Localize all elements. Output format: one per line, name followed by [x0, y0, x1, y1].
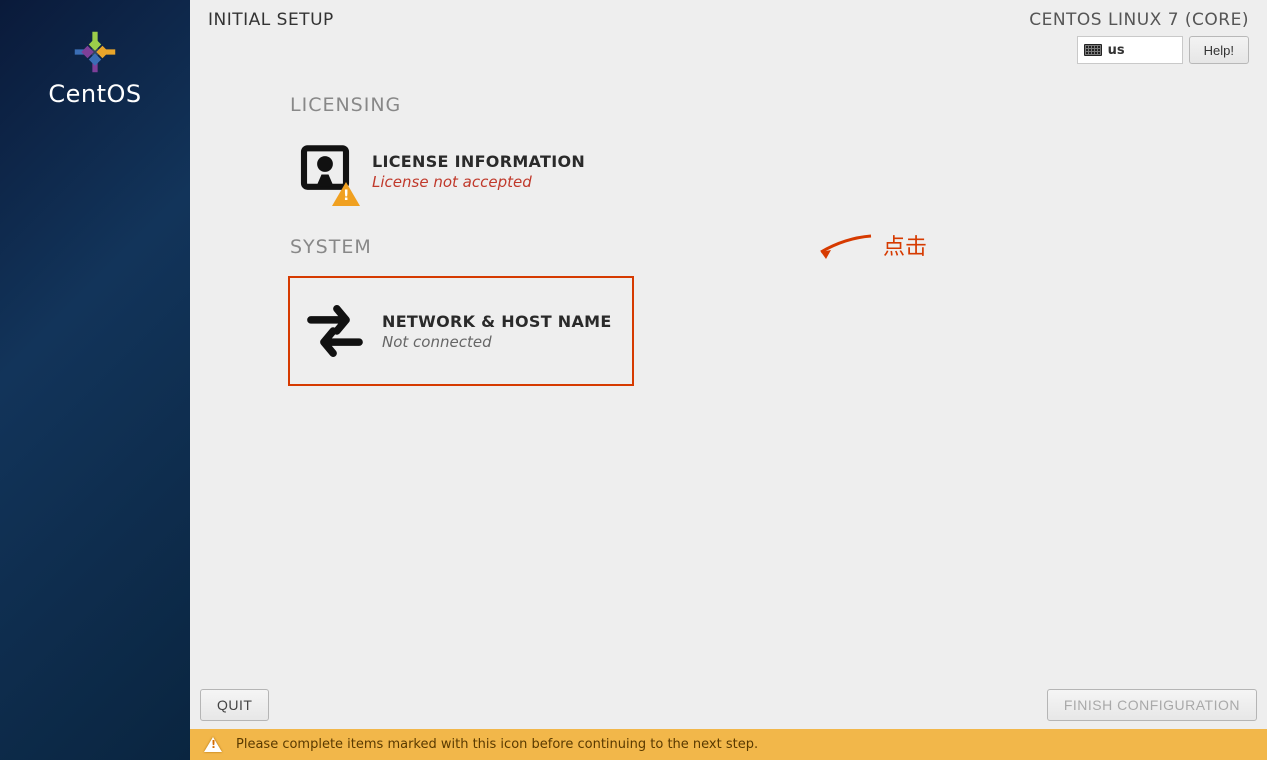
centos-logo: CentOS [48, 30, 141, 108]
quit-button[interactable]: QUIT [200, 689, 269, 721]
main-panel: INITIAL SETUP CENTOS LINUX 7 (CORE) us H… [190, 0, 1267, 760]
spoke-network-hostname[interactable]: NETWORK & HOST NAME Not connected [288, 276, 634, 386]
warning-triangle-icon [332, 182, 360, 206]
spoke-title: LICENSE INFORMATION [372, 152, 585, 171]
sidebar: CentOS [0, 0, 190, 760]
warning-strip: Please complete items marked with this i… [190, 729, 1267, 760]
keyboard-layout-label: us [1108, 43, 1125, 58]
bottombar: QUIT FINISH CONFIGURATION [190, 689, 1267, 729]
finish-configuration-button[interactable]: FINISH CONFIGURATION [1047, 689, 1257, 721]
help-button[interactable]: Help! [1189, 36, 1249, 64]
section-label-licensing: LICENSING [290, 94, 1267, 116]
spokes-content: LICENSING LICENSE INFORMATION License no… [190, 64, 1267, 689]
network-icon [304, 300, 366, 362]
centos-logo-icon [73, 30, 117, 74]
spoke-license-information[interactable]: LICENSE INFORMATION License not accepted [290, 134, 593, 208]
distro-name: CENTOS LINUX 7 (CORE) [1029, 10, 1249, 30]
warning-strip-message: Please complete items marked with this i… [236, 737, 758, 752]
product-name: CentOS [48, 80, 141, 108]
page-title: INITIAL SETUP [208, 10, 334, 30]
topbar: INITIAL SETUP CENTOS LINUX 7 (CORE) us H… [190, 0, 1267, 64]
spoke-title: NETWORK & HOST NAME [382, 312, 612, 331]
spoke-status: Not connected [382, 333, 612, 351]
spoke-status: License not accepted [372, 173, 585, 191]
section-label-system: SYSTEM [290, 236, 1267, 258]
keyboard-layout-indicator[interactable]: us [1077, 36, 1183, 64]
license-icon [294, 140, 356, 202]
warning-triangle-icon [204, 737, 222, 752]
keyboard-icon [1084, 44, 1102, 56]
